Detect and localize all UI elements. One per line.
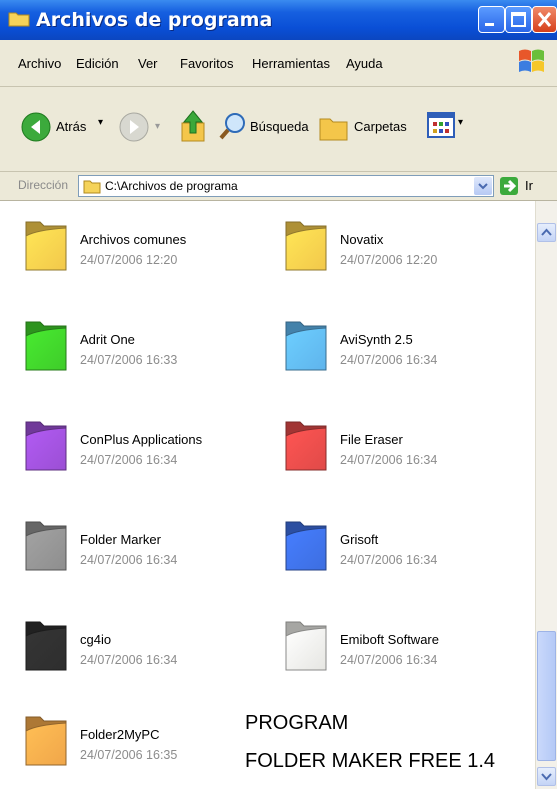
folder-name: AviSynth 2.5 (340, 332, 413, 347)
folder-item[interactable]: AviSynth 2.5 24/07/2006 16:34 (282, 316, 522, 396)
views-button[interactable]: ▾ (426, 111, 470, 143)
folder-date: 24/07/2006 16:34 (80, 553, 178, 567)
up-folder-icon[interactable] (178, 109, 208, 143)
folder-date: 24/07/2006 12:20 (80, 253, 178, 267)
folder-item[interactable]: cg4io 24/07/2006 16:34 (22, 616, 262, 696)
folder-name: cg4io (80, 632, 112, 647)
folders-label: Carpetas (354, 119, 407, 134)
folder-icon (285, 221, 327, 271)
chevron-up-icon (541, 228, 552, 236)
caption-line-2: FOLDER MAKER FREE 1.4 (245, 750, 496, 772)
folder-icon (285, 421, 327, 471)
folder-date: 24/07/2006 16:34 (80, 453, 178, 467)
folder-item[interactable]: Folder Marker 24/07/2006 16:34 (22, 516, 262, 596)
menu-bar: Archivo Edición Ver Favoritos Herramient… (0, 40, 557, 87)
chevron-down-icon (541, 773, 552, 781)
folder-name: File Eraser (340, 432, 403, 447)
menu-herramientas[interactable]: Herramientas (252, 56, 330, 71)
address-path: C:\Archivos de programa (105, 179, 238, 193)
folder-icon (285, 521, 327, 571)
folder-icon (25, 421, 67, 471)
folder-icon (25, 221, 67, 271)
close-icon (537, 12, 552, 27)
folder-icon (285, 321, 327, 371)
chevron-down-icon (478, 183, 488, 190)
menu-favoritos[interactable]: Favoritos (180, 56, 233, 71)
back-button[interactable]: Atrás ▾ (20, 109, 112, 145)
folder-item[interactable]: Emiboft Software 24/07/2006 16:34 (282, 616, 522, 696)
go-arrow-icon[interactable] (499, 175, 519, 197)
search-label: Búsqueda (250, 119, 309, 134)
folder-icon (285, 621, 327, 671)
folder-item[interactable]: ConPlus Applications 24/07/2006 16:34 (22, 416, 262, 496)
title-bar: Archivos de programa (0, 0, 557, 40)
search-icon (219, 113, 245, 140)
maximize-icon (511, 12, 526, 27)
folder-item[interactable]: File Eraser 24/07/2006 16:34 (282, 416, 522, 496)
folder-icon (25, 716, 67, 766)
window-title: Archivos de programa (36, 9, 273, 31)
back-dropdown-icon[interactable]: ▾ (98, 117, 103, 128)
folder-icon (83, 180, 101, 194)
views-icon (427, 112, 455, 138)
folder-date: 24/07/2006 16:34 (340, 553, 438, 567)
folder-date: 24/07/2006 16:33 (80, 353, 178, 367)
minimize-icon (485, 23, 494, 26)
windows-logo-icon (519, 49, 544, 72)
folder-name: Emiboft Software (340, 632, 439, 647)
search-button[interactable]: Búsqueda (218, 109, 316, 145)
address-bar: Dirección C:\Archivos de programa Ir (0, 172, 557, 201)
folder-icon (25, 521, 67, 571)
folders-button[interactable]: Carpetas (318, 109, 418, 145)
menu-ayuda[interactable]: Ayuda (346, 56, 383, 71)
folder-date: 24/07/2006 16:34 (340, 453, 438, 467)
folders-icon (319, 118, 348, 141)
caption-line-1: PROGRAM (245, 712, 349, 734)
address-input[interactable]: C:\Archivos de programa (78, 175, 494, 197)
folder-item[interactable]: Grisoft 24/07/2006 16:34 (282, 516, 522, 596)
folder-icon (25, 321, 67, 371)
menu-ver[interactable]: Ver (138, 56, 158, 71)
folder-name: ConPlus Applications (80, 432, 203, 447)
go-label[interactable]: Ir (525, 178, 533, 193)
close-button[interactable] (532, 6, 557, 33)
folder-name: Grisoft (340, 532, 379, 547)
maximize-button[interactable] (505, 6, 532, 33)
folder-icon (25, 621, 67, 671)
forward-dropdown-icon[interactable]: ▾ (155, 121, 160, 132)
address-dropdown-button[interactable] (474, 177, 492, 195)
back-label: Atrás (56, 119, 87, 134)
minimize-button[interactable] (478, 6, 505, 33)
folder-item[interactable]: Adrit One 24/07/2006 16:33 (22, 316, 262, 396)
file-list: Archivos comunes 24/07/2006 12:20 Novatix 2… (0, 201, 535, 789)
scroll-thumb[interactable] (537, 631, 556, 761)
forward-arrow-icon[interactable] (118, 111, 150, 143)
menu-edicion[interactable]: Edición (76, 56, 119, 71)
folder-name: Novatix (340, 232, 384, 247)
folder-date: 24/07/2006 16:35 (80, 748, 178, 762)
vertical-scrollbar[interactable] (535, 201, 557, 789)
menu-archivo[interactable]: Archivo (18, 56, 61, 71)
folder-item[interactable]: Archivos comunes 24/07/2006 12:20 (22, 216, 262, 296)
folder-date: 24/07/2006 16:34 (340, 353, 438, 367)
folder-icon (8, 12, 30, 27)
folder-item[interactable]: Novatix 24/07/2006 12:20 (282, 216, 522, 296)
folder-name: Folder Marker (80, 532, 161, 547)
views-dropdown-icon: ▾ (458, 117, 464, 128)
scroll-up-button[interactable] (537, 223, 556, 242)
folder-item[interactable]: Folder2MyPC 24/07/2006 16:35 (22, 711, 262, 791)
folder-name: Folder2MyPC (80, 727, 160, 742)
folder-name: Adrit One (80, 332, 135, 347)
folder-name: Archivos comunes (80, 232, 187, 247)
folder-date: 24/07/2006 16:34 (80, 653, 178, 667)
folder-date: 24/07/2006 12:20 (340, 253, 438, 267)
address-label: Dirección (18, 178, 69, 192)
toolbar: Atrás ▾ ▾ Búsqueda Carpetas ▾ (0, 87, 557, 172)
scroll-down-button[interactable] (537, 767, 556, 786)
back-arrow-icon (21, 112, 51, 142)
folder-date: 24/07/2006 16:34 (340, 653, 438, 667)
